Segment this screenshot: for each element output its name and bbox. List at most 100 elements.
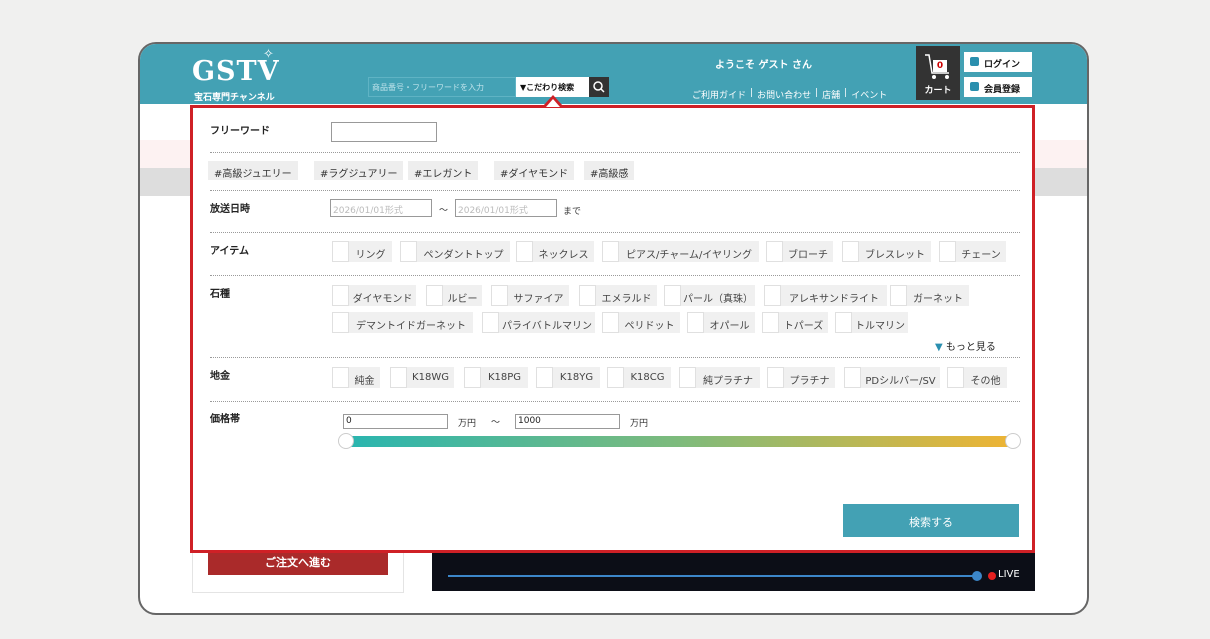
date-from-input[interactable]: 2026/01/01形式: [330, 199, 432, 217]
price-range-max-handle[interactable]: [1005, 433, 1021, 449]
price-min-input[interactable]: 0: [343, 414, 448, 429]
metal-checkbox[interactable]: 純プラチナ: [679, 367, 760, 388]
divider: [210, 232, 1020, 233]
checkbox-label: トルマリン: [855, 321, 905, 332]
checkbox-label: 純プラチナ: [703, 376, 753, 387]
register-button[interactable]: 会員登録: [964, 77, 1032, 97]
submit-search-button[interactable]: 検索する: [843, 504, 1019, 537]
item-checkbox[interactable]: ブレスレット: [842, 241, 931, 262]
checkbox-box[interactable]: [679, 367, 696, 388]
video-progress-track[interactable]: [448, 575, 976, 577]
checkbox-box[interactable]: [426, 285, 443, 306]
checkbox-box[interactable]: [939, 241, 956, 262]
cart-count-badge: 0: [933, 60, 947, 72]
price-label: 価格帯: [210, 414, 240, 425]
stone-checkbox[interactable]: ガーネット: [890, 285, 969, 306]
stone-checkbox[interactable]: サファイア: [491, 285, 569, 306]
checkbox-box[interactable]: [332, 241, 349, 262]
metal-checkbox[interactable]: 純金: [332, 367, 380, 388]
kodawari-search-button[interactable]: ▼こだわり検索: [516, 77, 589, 97]
stone-checkbox[interactable]: ルビー: [426, 285, 482, 306]
checkbox-box[interactable]: [390, 367, 407, 388]
link-separator: |: [844, 88, 848, 98]
checkbox-box[interactable]: [767, 367, 784, 388]
checkbox-box[interactable]: [602, 312, 619, 333]
tag-chip[interactable]: #エレガント: [408, 161, 479, 180]
checkbox-box[interactable]: [844, 367, 861, 388]
link-events[interactable]: イベント: [851, 88, 887, 101]
checkbox-box[interactable]: [890, 285, 907, 306]
checkbox-box[interactable]: [947, 367, 964, 388]
metal-checkbox[interactable]: K18PG: [464, 367, 528, 388]
item-checkbox[interactable]: ブローチ: [766, 241, 833, 262]
stone-checkbox[interactable]: トパーズ: [762, 312, 828, 333]
item-checkbox[interactable]: チェーン: [939, 241, 1006, 262]
item-checkbox[interactable]: ピアス/チャーム/イヤリング: [602, 241, 759, 262]
checkbox-box[interactable]: [400, 241, 417, 262]
stone-checkbox[interactable]: デマントイドガーネット: [332, 312, 473, 333]
tag-chip[interactable]: #高級ジュエリー: [208, 161, 298, 180]
divider: [210, 152, 1020, 153]
metal-checkbox[interactable]: プラチナ: [767, 367, 835, 388]
video-progress-knob[interactable]: [972, 571, 982, 581]
checkbox-box[interactable]: [687, 312, 704, 333]
advanced-search-panel: フリーワード #高級ジュエリー #ラグジュアリー #エレガント #ダイヤモンド …: [190, 105, 1035, 553]
checkbox-box[interactable]: [516, 241, 533, 262]
stone-checkbox[interactable]: パール（真珠）: [664, 285, 755, 306]
checkbox-box[interactable]: [835, 312, 852, 333]
checkbox-box[interactable]: [332, 367, 349, 388]
tag-chip[interactable]: #ダイヤモンド: [494, 161, 575, 180]
date-to-input[interactable]: 2026/01/01形式: [455, 199, 557, 217]
metal-checkbox[interactable]: K18YG: [536, 367, 600, 388]
stone-checkbox[interactable]: エメラルド: [579, 285, 657, 306]
checkbox-box[interactable]: [332, 285, 349, 306]
metal-checkbox[interactable]: K18WG: [390, 367, 454, 388]
checkbox-box[interactable]: [764, 285, 781, 306]
cart-button[interactable]: 0 カート: [916, 46, 960, 100]
live-label[interactable]: LIVE: [998, 569, 1020, 580]
tag-chip[interactable]: #高級感: [584, 161, 635, 180]
freeword-input[interactable]: [331, 122, 437, 142]
checkbox-box[interactable]: [607, 367, 624, 388]
metal-checkbox[interactable]: その他: [947, 367, 1007, 388]
checkbox-label: K18CG: [630, 372, 665, 383]
stone-checkbox[interactable]: ダイヤモンド: [332, 285, 416, 306]
stone-checkbox[interactable]: ペリドット: [602, 312, 680, 333]
link-contact[interactable]: お問い合わせ: [757, 88, 811, 101]
stone-checkbox[interactable]: パライバトルマリン: [482, 312, 595, 333]
more-link[interactable]: ▼ もっと見る: [935, 338, 996, 353]
search-icon: [593, 81, 605, 93]
item-checkbox[interactable]: ペンダントトップ: [400, 241, 510, 262]
checkbox-box[interactable]: [842, 241, 859, 262]
checkbox-box[interactable]: [766, 241, 783, 262]
price-range-slider[interactable]: [345, 436, 1015, 447]
checkbox-box[interactable]: [664, 285, 681, 306]
price-range-min-handle[interactable]: [338, 433, 354, 449]
price-max-input[interactable]: 1000: [515, 414, 620, 429]
item-checkbox[interactable]: ネックレス: [516, 241, 594, 262]
checkbox-box[interactable]: [491, 285, 508, 306]
checkbox-label: パール（真珠）: [683, 294, 753, 305]
stone-checkbox[interactable]: トルマリン: [835, 312, 908, 333]
stone-checkbox[interactable]: アレキサンドライト: [764, 285, 887, 306]
checkbox-box[interactable]: [464, 367, 481, 388]
metal-checkbox[interactable]: PDシルバー/SV: [844, 367, 940, 388]
item-checkbox[interactable]: リング: [332, 241, 392, 262]
link-stores[interactable]: 店舗: [822, 88, 840, 101]
checkbox-box[interactable]: [332, 312, 349, 333]
metal-checkbox[interactable]: K18CG: [607, 367, 671, 388]
price-max-unit: 万円: [630, 419, 649, 429]
link-guide[interactable]: ご利用ガイド: [692, 88, 746, 101]
search-input[interactable]: 商品番号・フリーワードを入力: [368, 77, 516, 97]
checkbox-box[interactable]: [602, 241, 619, 262]
checkbox-box[interactable]: [482, 312, 499, 333]
triangle-down-icon: ▼: [935, 342, 943, 353]
stone-checkbox[interactable]: オパール: [687, 312, 755, 333]
checkbox-box[interactable]: [762, 312, 779, 333]
search-button[interactable]: [589, 77, 609, 97]
login-button[interactable]: ログイン: [964, 52, 1032, 72]
tag-chip[interactable]: #ラグジュアリー: [314, 161, 404, 180]
checkbox-box[interactable]: [579, 285, 596, 306]
checkbox-box[interactable]: [536, 367, 553, 388]
lock-icon: [970, 57, 979, 66]
